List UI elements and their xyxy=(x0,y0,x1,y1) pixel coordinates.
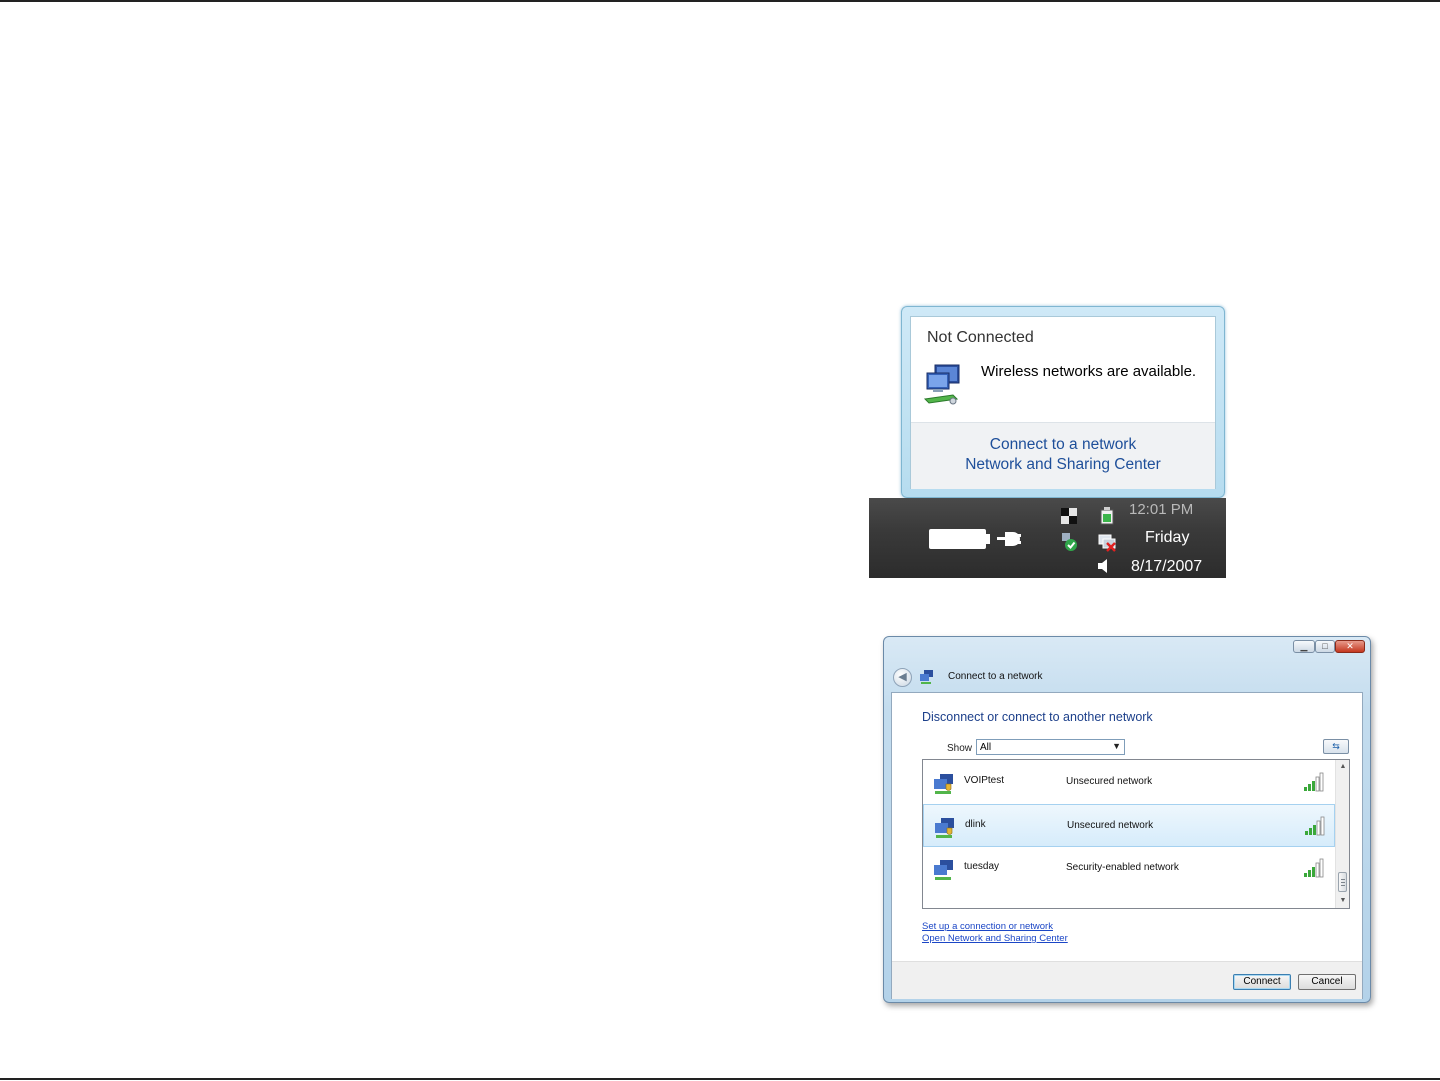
cancel-button[interactable]: Cancel xyxy=(1298,974,1356,990)
network-sharing-center-link[interactable]: Network and Sharing Center xyxy=(911,456,1215,474)
wireless-network-icon xyxy=(934,860,953,880)
refresh-button[interactable]: ⇆ xyxy=(1323,739,1349,754)
checkered-flag-icon[interactable] xyxy=(1059,506,1079,526)
scroll-down-icon[interactable]: ▼ xyxy=(1336,894,1349,908)
scroll-up-icon[interactable]: ▲ xyxy=(1336,760,1349,774)
wireless-network-icon xyxy=(934,774,953,794)
power-plug-icon[interactable] xyxy=(997,528,1023,550)
window-content: Disconnect or connect to another network… xyxy=(891,692,1363,999)
back-arrow-icon: ◀ xyxy=(898,671,907,683)
wireless-network-icon xyxy=(935,818,954,838)
popup-message: Wireless networks are available. xyxy=(981,363,1197,380)
network-list-scrollbar[interactable]: ▲ ▼ xyxy=(1335,760,1349,908)
network-window-icon xyxy=(920,670,933,684)
network-status: Unsecured network xyxy=(1067,820,1154,831)
back-button[interactable]: ◀ xyxy=(893,668,912,687)
popup-footer: Connect to a network Network and Sharing… xyxy=(911,422,1215,489)
network-list: VOIPtest Unsecured network dlink Unsecur… xyxy=(922,759,1350,909)
security-center-icon[interactable] xyxy=(1059,532,1079,552)
minimize-icon: ▁ xyxy=(1300,641,1308,651)
network-status: Security-enabled network xyxy=(1066,862,1179,873)
network-status: Unsecured network xyxy=(1066,776,1153,787)
chevron-down-icon: ▼ xyxy=(1112,741,1121,751)
clock-date[interactable]: 8/17/2007 xyxy=(1131,558,1202,576)
refresh-icon: ⇆ xyxy=(1332,741,1340,751)
signal-strength-icon xyxy=(1304,772,1324,792)
network-item-dlink[interactable]: dlink Unsecured network xyxy=(923,804,1335,847)
open-sharing-center-link[interactable]: Open Network and Sharing Center xyxy=(922,933,1068,944)
page-heading: Disconnect or connect to another network xyxy=(922,710,1153,724)
show-filter-select[interactable]: All ▼ xyxy=(976,739,1125,755)
show-filter-value: All xyxy=(980,742,992,753)
close-icon: ✕ xyxy=(1346,641,1354,651)
network-item-tuesday[interactable]: tuesday Security-enabled network xyxy=(923,847,1335,890)
top-rule xyxy=(0,0,1440,2)
show-label: Show xyxy=(947,743,973,754)
taskbar: 12:01 PM Friday 8/17/2007 xyxy=(869,498,1226,578)
signal-strength-icon xyxy=(1304,858,1324,878)
window-title: Connect to a network xyxy=(948,671,1043,682)
battery-icon[interactable] xyxy=(929,529,986,549)
connect-button[interactable]: Connect xyxy=(1233,974,1291,990)
wireless-network-icon xyxy=(923,364,960,405)
close-button[interactable]: ✕ xyxy=(1335,640,1365,653)
network-disconnected-icon[interactable] xyxy=(1097,532,1117,552)
connect-to-network-window: ▁ □ ✕ ◀ Connect to a network Disconnect … xyxy=(883,636,1371,1003)
network-name: dlink xyxy=(965,819,986,830)
notification-popup-content: Not Connected Wireless networks are avai… xyxy=(910,316,1216,489)
power-meter-icon[interactable] xyxy=(1097,506,1117,526)
battery-tip xyxy=(986,534,990,544)
maximize-button[interactable]: □ xyxy=(1315,640,1335,653)
network-item-voiptest[interactable]: VOIPtest Unsecured network xyxy=(923,761,1335,804)
clock-time[interactable]: 12:01 PM xyxy=(1129,501,1193,518)
button-bar: Connect Cancel xyxy=(892,961,1362,999)
maximize-icon: □ xyxy=(1322,641,1328,651)
network-name: VOIPtest xyxy=(964,775,1005,786)
popup-title: Not Connected xyxy=(927,329,1034,346)
bottom-rule xyxy=(0,1078,1440,1080)
signal-strength-icon xyxy=(1305,816,1325,836)
scroll-thumb[interactable] xyxy=(1338,872,1347,892)
minimize-button[interactable]: ▁ xyxy=(1293,640,1315,653)
setup-connection-link[interactable]: Set up a connection or network xyxy=(922,921,1053,932)
connect-to-network-link[interactable]: Connect to a network xyxy=(911,436,1215,454)
volume-speaker-icon[interactable] xyxy=(1094,556,1114,576)
network-name: tuesday xyxy=(964,861,1000,872)
clock-day[interactable]: Friday xyxy=(1145,529,1189,547)
